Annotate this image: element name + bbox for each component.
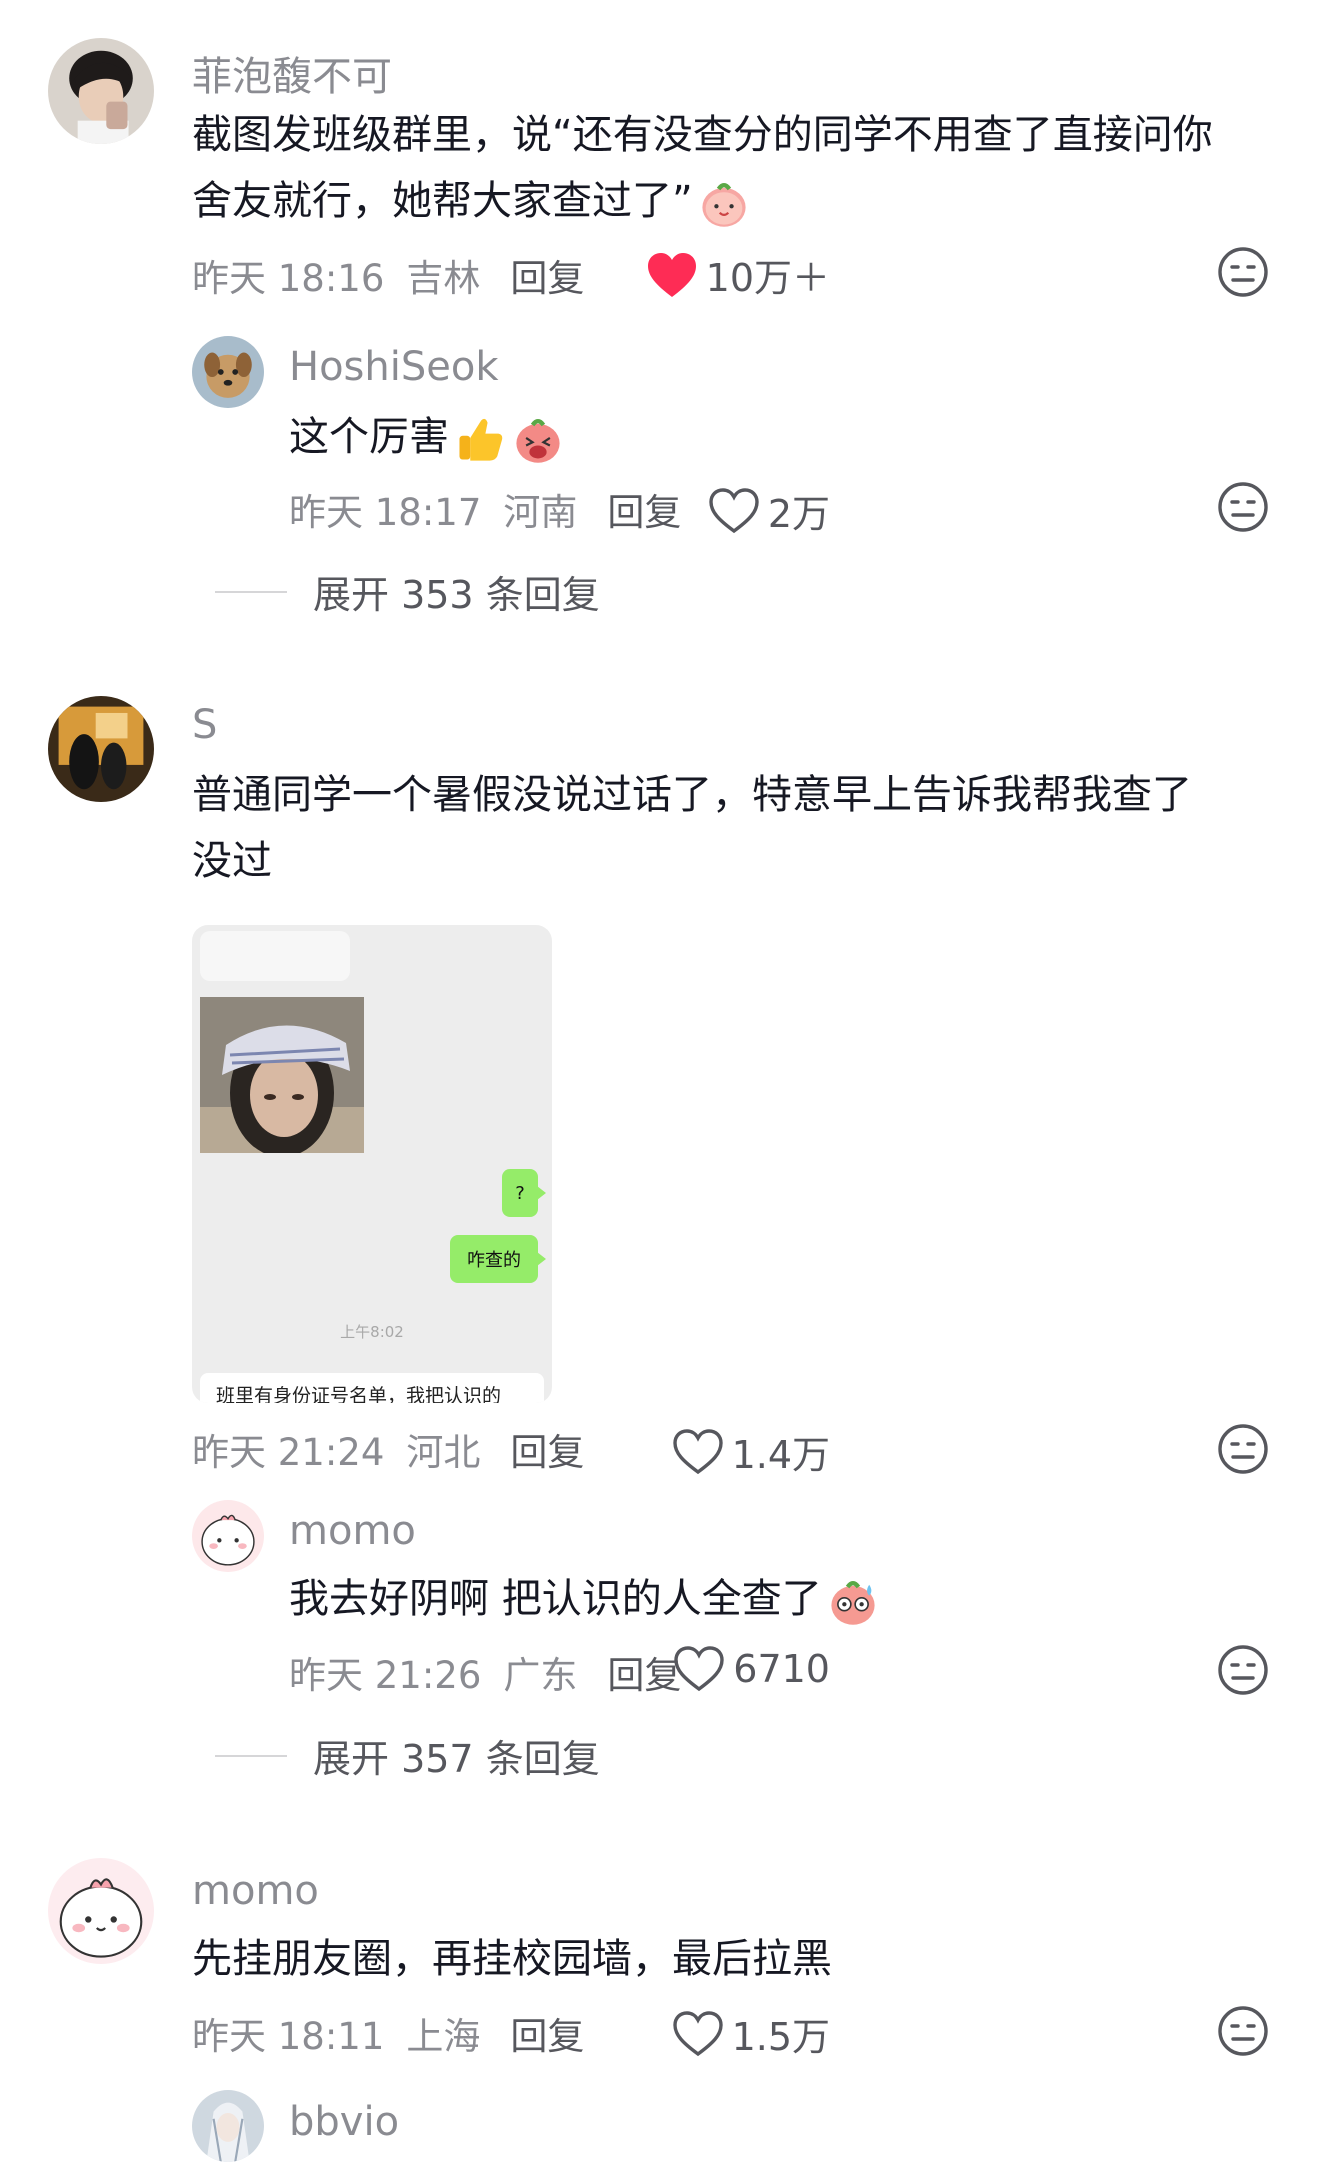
- comment-meta: 昨天 21:24 河北 回复: [192, 1422, 584, 1476]
- photo-message-image: [200, 997, 364, 1153]
- comment-text-line: 截图发班级群里，说“还有没查分的同学不用查了直接问你: [192, 112, 1213, 158]
- comment-location: 上海: [406, 2015, 481, 2058]
- reply-button[interactable]: 回复: [607, 491, 681, 534]
- comment-username[interactable]: momo: [192, 1868, 319, 1914]
- heart-icon: [709, 487, 759, 533]
- like-count: 10万＋: [705, 256, 830, 300]
- dislike-face-icon: [1218, 1424, 1268, 1474]
- reply-time: 昨天 21:26: [289, 1654, 482, 1697]
- expand-replies-button[interactable]: 展开 357 条回复: [215, 1728, 600, 1783]
- dislike-face-icon: [1218, 2006, 1268, 2056]
- chat-bubble: ?: [502, 1169, 546, 1217]
- user-avatar-image: [48, 696, 154, 802]
- reply-avatar[interactable]: [192, 2090, 264, 2162]
- reply-text: 我去好阴啊 把认识的人全查了: [289, 1566, 880, 1632]
- comment-time: 昨天 18:11: [192, 2015, 385, 2058]
- comment-text: 普通同学一个暑假没说过话了，特意早上告诉我帮我查了 没过: [192, 762, 1292, 894]
- dislike-button[interactable]: [1217, 246, 1269, 298]
- heart-icon: [672, 1428, 723, 1474]
- like-count: 1.4万: [731, 1433, 830, 1477]
- reply-username[interactable]: momo: [289, 1508, 416, 1554]
- comment-text: 截图发班级群里，说“还有没查分的同学不用查了直接问你 舍友就行，她帮大家查过了”: [192, 102, 1292, 234]
- chat-last-message: 班里有身份证号名单，我把认识的: [200, 1373, 544, 1403]
- divider-line: [215, 590, 287, 593]
- comment-time: 昨天 21:24: [192, 1431, 385, 1474]
- comment-text-line: 普通同学一个暑假没说过话了，特意早上告诉我帮我查了: [192, 772, 1192, 818]
- dislike-button[interactable]: [1217, 1423, 1269, 1475]
- like-count: 6710: [733, 1647, 830, 1691]
- peach-laugh-emoji: [511, 412, 565, 466]
- reply-button[interactable]: 回复: [510, 1431, 584, 1474]
- like-count: 1.5万: [731, 2015, 830, 2059]
- user-avatar-image: [48, 38, 154, 144]
- thumbs-up-emoji: [453, 412, 507, 466]
- comment-location: 河北: [406, 1431, 481, 1474]
- dislike-button[interactable]: [1217, 481, 1269, 533]
- chat-bubble: 咋查的: [450, 1235, 546, 1283]
- expand-replies-button[interactable]: 展开 353 条回复: [215, 564, 600, 619]
- reply-avatar[interactable]: [192, 1500, 264, 1572]
- like-button[interactable]: 10万＋: [646, 247, 830, 302]
- reply-meta: 昨天 18:17 河南 回复: [289, 482, 681, 536]
- heart-icon: [674, 1646, 724, 1692]
- heart-filled-icon: [647, 252, 696, 297]
- dislike-face-icon: [1218, 482, 1268, 532]
- dislike-button[interactable]: [1217, 1644, 1269, 1696]
- avatar[interactable]: [48, 38, 154, 144]
- reply-time: 昨天 18:17: [289, 491, 482, 534]
- screenshot-attachment[interactable]: ? 咋查的 上午8:02 班里有身份证号名单，我把认识的: [192, 925, 552, 1403]
- comment-time: 昨天 18:16: [192, 257, 385, 300]
- reply-button[interactable]: 回复: [607, 1654, 681, 1697]
- comment-meta: 昨天 18:16 吉林 回复: [192, 248, 584, 302]
- comment-location: 吉林: [406, 257, 481, 300]
- expand-replies-label: 展开 357 条回复: [313, 1737, 600, 1781]
- chat-timestamp: 上午8:02: [340, 1323, 404, 1341]
- cartoon-avatar-image: [192, 1500, 264, 1572]
- divider-line: [215, 1754, 287, 1757]
- reply-location: 河南: [503, 491, 578, 534]
- reply-username[interactable]: HoshiSeok: [289, 344, 499, 390]
- like-button[interactable]: 1.5万: [672, 2006, 830, 2061]
- comment-text-line: 舍友就行，她帮大家查过了”: [192, 168, 1292, 234]
- reply-button[interactable]: 回复: [510, 2015, 584, 2058]
- dog-avatar-image: [192, 336, 264, 408]
- reply-username[interactable]: bbvio: [289, 2099, 399, 2145]
- peach-sweat-emoji: [826, 1574, 880, 1628]
- reply-avatar[interactable]: [192, 336, 264, 408]
- dislike-face-icon: [1218, 1645, 1268, 1695]
- comment-username[interactable]: 菲泡馥不可: [192, 44, 392, 102]
- heart-icon: [672, 2010, 723, 2056]
- cartoon-avatar-image: [48, 1858, 154, 1964]
- comment-text-line: 先挂朋友圈，再挂校园墙，最后拉黑: [192, 1936, 832, 1982]
- comment-username[interactable]: S: [192, 702, 217, 748]
- anime-avatar-image: [192, 2090, 264, 2162]
- like-button[interactable]: 1.4万: [672, 1424, 830, 1479]
- like-button[interactable]: 2万: [708, 483, 830, 538]
- peach-emoji: [697, 176, 751, 230]
- avatar[interactable]: [48, 1858, 154, 1964]
- reply-meta: 昨天 21:26 广东 回复: [289, 1645, 681, 1699]
- reply-button[interactable]: 回复: [510, 257, 584, 300]
- avatar[interactable]: [48, 696, 154, 802]
- dislike-button[interactable]: [1217, 2005, 1269, 2057]
- reply-location: 广东: [503, 1654, 578, 1697]
- like-count: 2万: [767, 492, 830, 536]
- comment-meta: 昨天 18:11 上海 回复: [192, 2006, 584, 2060]
- comment-text-line: 没过: [192, 838, 272, 884]
- expand-replies-label: 展开 353 条回复: [313, 573, 600, 617]
- like-button[interactable]: 6710: [673, 1645, 830, 1693]
- comment-text: 先挂朋友圈，再挂校园墙，最后拉黑: [192, 1926, 1292, 1992]
- blurred-header: [200, 931, 350, 981]
- reply-text: 这个厉害: [289, 404, 565, 470]
- dislike-face-icon: [1218, 247, 1268, 297]
